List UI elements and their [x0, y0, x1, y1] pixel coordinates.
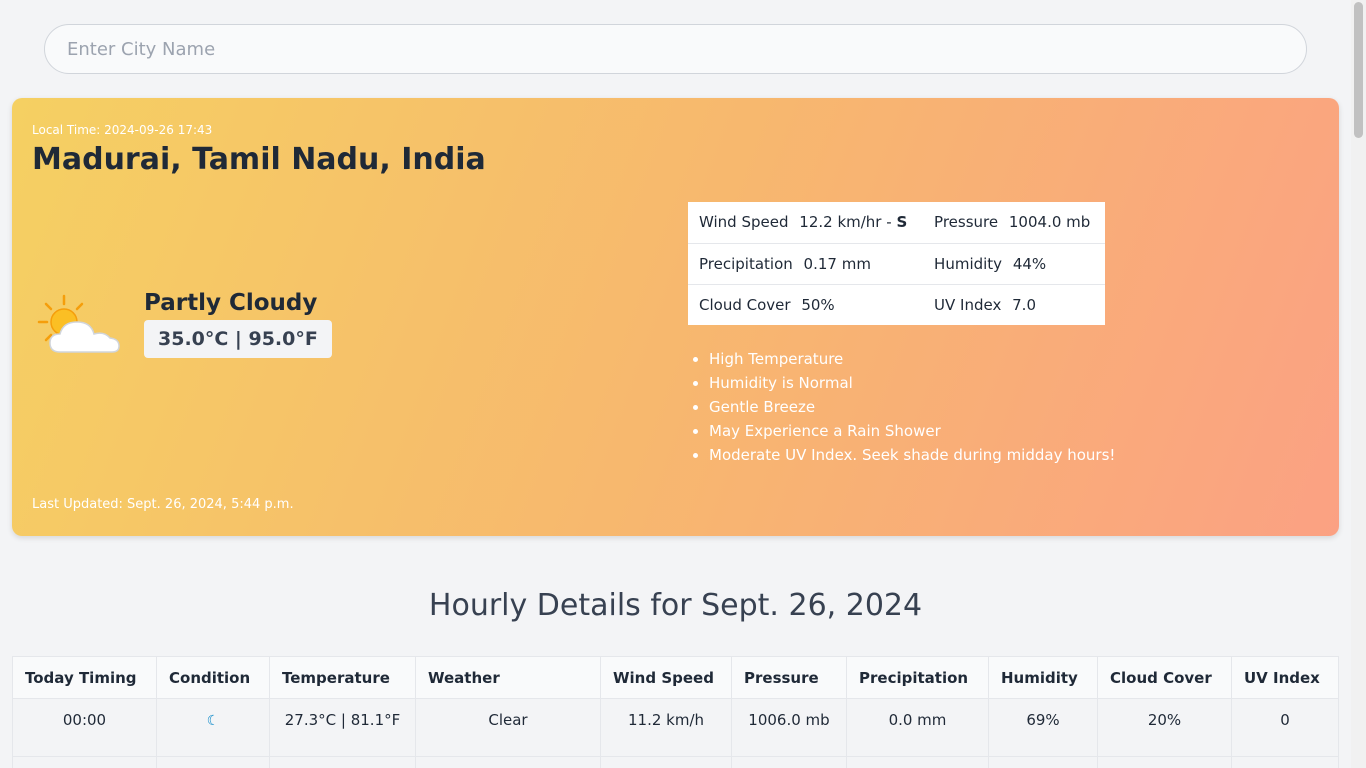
- column-header: Humidity: [988, 656, 1098, 699]
- moon-icon: ☾: [206, 713, 220, 729]
- hourly-title: Hourly Details for Sept. 26, 2024: [428, 588, 923, 623]
- weather-stats-table: Wind Speed 12.2 km/hr - S Pressure 1004.…: [688, 202, 1105, 325]
- precipitation-label: Precipitation: [699, 254, 793, 273]
- table-row: 00:00 ☾ 27.3°C | 81.1°F Clear 11.2 km/h …: [12, 698, 1339, 757]
- advice-item: High Temperature: [709, 349, 1115, 373]
- wind-direction: S: [896, 213, 908, 232]
- wind-speed-value: 12.2 km/hr -: [799, 213, 897, 232]
- table-row: ☾: [12, 756, 1339, 768]
- column-header: Precipitation: [846, 656, 989, 699]
- precipitation-cell: 0.0 mm: [846, 698, 989, 757]
- hourly-table: Today Timing Condition Temperature Weath…: [12, 656, 1339, 768]
- scrollbar-thumb[interactable]: [1354, 2, 1363, 138]
- humidity-cell: 69%: [988, 698, 1098, 757]
- advice-item: Gentle Breeze: [709, 397, 1115, 421]
- column-header: Today Timing: [12, 656, 157, 699]
- uv-index-label: UV Index: [934, 295, 1002, 314]
- humidity-label: Humidity: [934, 254, 1003, 273]
- wind-cell: 11.2 km/h: [600, 698, 732, 757]
- page-scrollbar[interactable]: [1351, 0, 1366, 768]
- precipitation-value: 0.17 mm: [803, 254, 871, 273]
- weather-cell: Clear: [415, 698, 601, 757]
- column-header: Temperature: [269, 656, 416, 699]
- uv-cell: 0: [1231, 698, 1339, 757]
- cloud-cell: 20%: [1097, 698, 1232, 757]
- column-header: Wind Speed: [600, 656, 732, 699]
- table-header-row: Today Timing Condition Temperature Weath…: [12, 656, 1339, 699]
- column-header: UV Index: [1231, 656, 1339, 699]
- cloud-cover-label: Cloud Cover: [699, 295, 791, 314]
- advice-item: Moderate UV Index. Seek shade during mid…: [709, 445, 1115, 469]
- local-time: Local Time: 2024-09-26 17:43: [32, 123, 213, 137]
- column-header: Condition: [156, 656, 270, 699]
- temperature-badge: 35.0°C | 95.0°F: [144, 320, 332, 358]
- condition-cell: ☾: [156, 698, 270, 757]
- column-header: Pressure: [731, 656, 847, 699]
- partly-cloudy-icon: [37, 294, 120, 353]
- time-cell: 00:00: [12, 698, 157, 757]
- condition-text: Partly Cloudy: [144, 290, 318, 316]
- humidity-value: 44%: [1012, 254, 1047, 273]
- wind-speed-label: Wind Speed: [699, 213, 789, 232]
- weather-advice-list: High Temperature Humidity is Normal Gent…: [709, 349, 1115, 469]
- pressure-value: 1004.0 mb: [1008, 213, 1091, 232]
- column-header: Weather: [415, 656, 601, 699]
- column-header: Cloud Cover: [1097, 656, 1232, 699]
- current-weather-card: Local Time: 2024-09-26 17:43 Madurai, Ta…: [12, 98, 1339, 536]
- advice-item: Humidity is Normal: [709, 373, 1115, 397]
- pressure-label: Pressure: [934, 213, 999, 232]
- last-updated: Last Updated: Sept. 26, 2024, 5:44 p.m.: [32, 497, 294, 512]
- temperature-cell: 27.3°C | 81.1°F: [269, 698, 416, 757]
- pressure-cell: 1006.0 mb: [731, 698, 847, 757]
- location-title: Madurai, Tamil Nadu, India: [32, 142, 486, 177]
- city-search-input[interactable]: [44, 24, 1307, 74]
- cloud-cover-value: 50%: [801, 295, 835, 314]
- advice-item: May Experience a Rain Shower: [709, 421, 1115, 445]
- uv-index-value: 7.0: [1012, 295, 1036, 314]
